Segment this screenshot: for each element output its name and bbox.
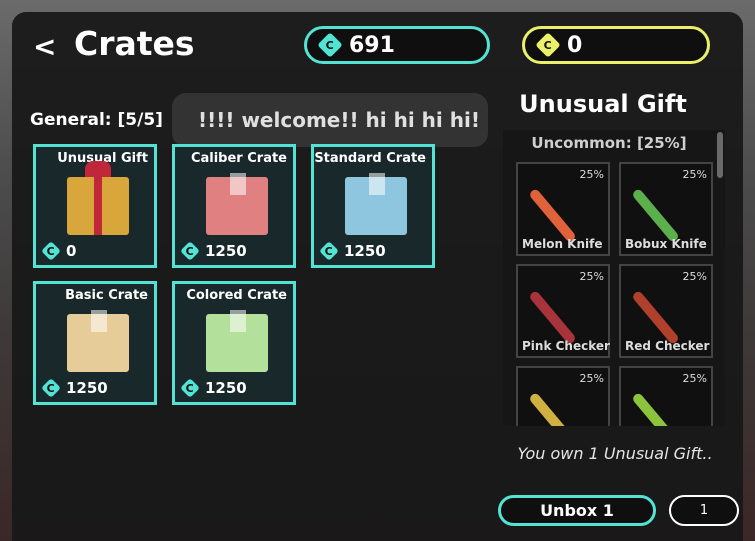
knife-icon: [528, 289, 577, 346]
knife-icon: [631, 289, 680, 346]
item-chance: 25%: [682, 168, 707, 181]
knife-icon: [528, 187, 577, 244]
cyan-gem-icon: C: [180, 378, 200, 398]
page-title: Crates: [74, 24, 195, 63]
item-chance: 25%: [579, 372, 604, 385]
back-button[interactable]: <: [33, 30, 56, 63]
yellow-gem-icon: C: [535, 32, 561, 58]
item-name: Melon Knife: [522, 237, 603, 251]
item-green-weapon[interactable]: 25%: [619, 366, 713, 426]
item-red-checker[interactable]: 25% Red Checker: [619, 264, 713, 358]
crate-box-icon: [206, 310, 268, 372]
knife-icon: [631, 187, 680, 244]
item-name: Bobux Knife: [625, 237, 707, 251]
crate-card-standard[interactable]: Standard Crate C 1250: [311, 144, 435, 268]
crate-card-caliber[interactable]: Caliber Crate C 1250: [172, 144, 296, 268]
unbox-button[interactable]: Unbox 1: [498, 495, 656, 526]
gift-box-icon: [67, 161, 129, 235]
crate-card-basic[interactable]: Basic Crate C 1250: [33, 281, 157, 405]
yellow-currency-amount: 0: [567, 32, 583, 58]
cyan-gem-icon: C: [319, 241, 339, 261]
crate-price: C 1250: [180, 241, 247, 261]
item-name: Pink Checker: [522, 339, 610, 353]
item-pink-checker[interactable]: 25% Pink Checker: [516, 264, 610, 358]
crate-box-icon: [345, 173, 407, 235]
cyan-gem-icon: C: [180, 241, 200, 261]
crate-price: C 0: [41, 241, 76, 261]
cyan-currency-amount: 691: [349, 32, 395, 58]
cyan-gem-icon: C: [317, 32, 343, 58]
scrollbar[interactable]: [717, 132, 723, 178]
crate-box-icon: [67, 310, 129, 372]
bat-icon: [528, 391, 577, 426]
item-chance: 25%: [579, 168, 604, 181]
chat-message: !!!! welcome!! hi hi hi hi!: [198, 108, 480, 132]
owned-count-text: You own 1 Unusual Gift..: [517, 444, 713, 463]
yellow-currency-display: C 0: [522, 26, 710, 64]
crate-box-icon: [206, 173, 268, 235]
crate-price: C 1250: [41, 378, 108, 398]
crate-price: C 1250: [319, 241, 386, 261]
cyan-gem-icon: C: [41, 378, 61, 398]
crate-price: C 1250: [180, 378, 247, 398]
cyan-gem-icon: C: [41, 241, 61, 261]
item-chance: 25%: [682, 270, 707, 283]
crate-contents-list[interactable]: Uncommon: [25%] 25% Melon Knife 25% Bobu…: [503, 130, 725, 426]
rarity-header: Uncommon: [25%]: [531, 134, 687, 152]
section-label: General: [5/5]: [30, 110, 163, 130]
item-yellow-weapon[interactable]: 25%: [516, 366, 610, 426]
crate-name: Basic Crate: [65, 288, 148, 303]
item-melon-knife[interactable]: 25% Melon Knife: [516, 162, 610, 256]
crate-name: Colored Crate: [186, 288, 287, 303]
bat-icon: [631, 391, 680, 426]
crate-card-unusual-gift[interactable]: Unusual Gift C 0: [33, 144, 157, 268]
item-chance: 25%: [579, 270, 604, 283]
item-chance: 25%: [682, 372, 707, 385]
crate-name: Caliber Crate: [190, 151, 287, 166]
quantity-input[interactable]: 1: [669, 495, 739, 526]
crate-name: Standard Crate: [314, 151, 426, 166]
cyan-currency-display: C 691: [304, 26, 490, 64]
item-bobux-knife[interactable]: 25% Bobux Knife: [619, 162, 713, 256]
crate-card-colored[interactable]: Colored Crate C 1250: [172, 281, 296, 405]
item-name: Red Checker: [625, 339, 710, 353]
selected-crate-title: Unusual Gift: [519, 90, 687, 118]
